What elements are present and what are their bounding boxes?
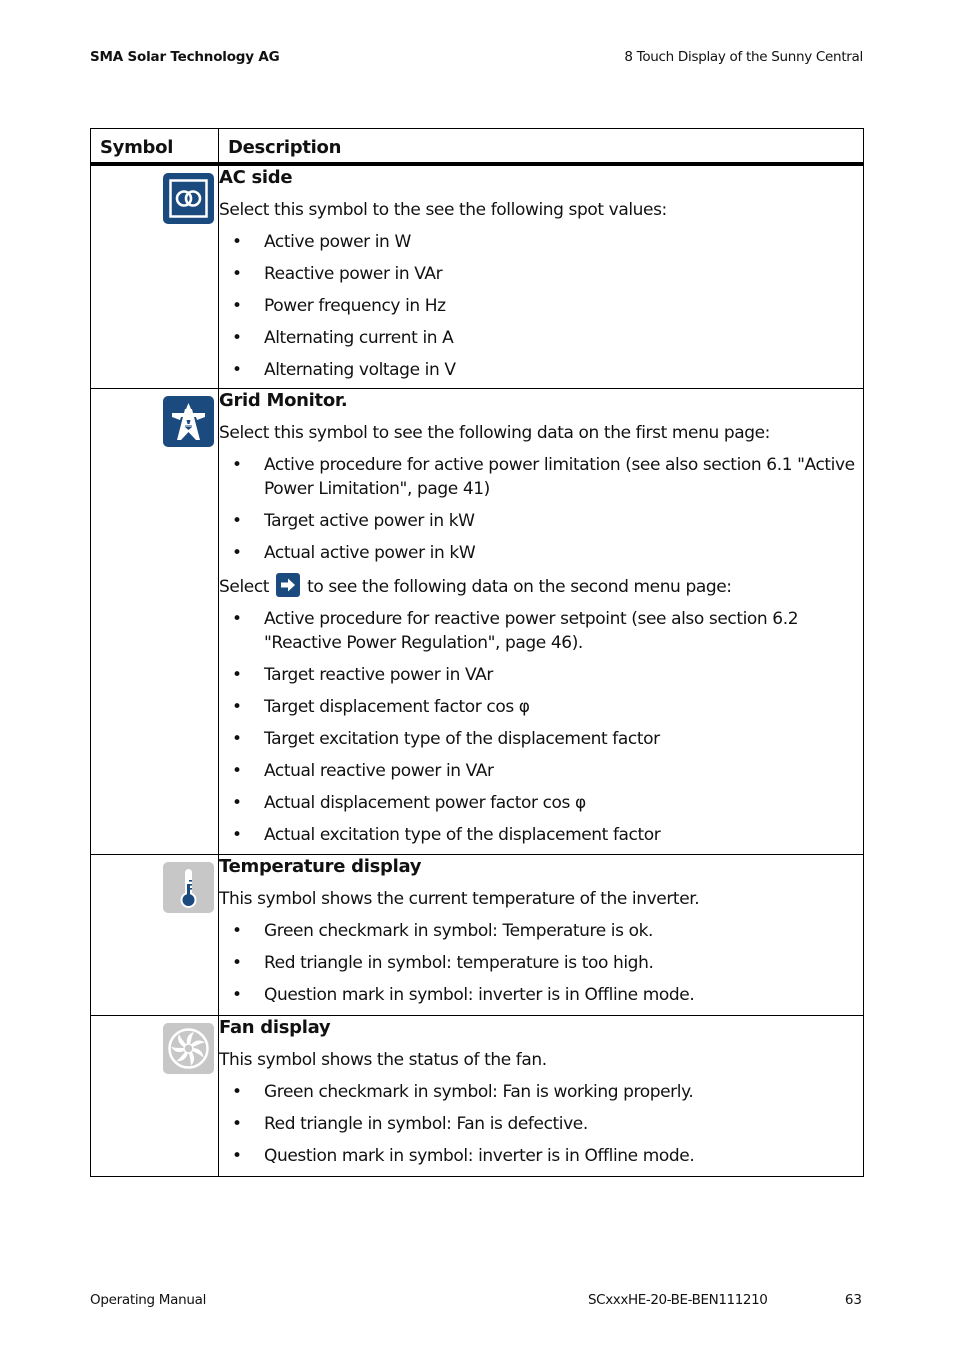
- list-item: • Target displacement factor cos φ: [232, 696, 530, 717]
- footer-doc-id: SCxxxHE-20-BE-BEN111210: [588, 1292, 768, 1308]
- symbol-cell: [90, 1014, 219, 1177]
- row-intro: This symbol shows the status of the fan.: [219, 1049, 547, 1070]
- ac-side-icon: [163, 173, 214, 224]
- footer-page-number: 63: [844, 1292, 862, 1308]
- table-row-ac-side: AC side Select this symbol to the see th…: [90, 163, 864, 389]
- list-item: • Actual active power in kW: [232, 542, 476, 563]
- second-page-intro: Select to see the following data on the …: [219, 572, 863, 599]
- list-item: • Alternating current in A: [232, 328, 454, 348]
- footer-doc-type: Operating Manual: [90, 1292, 207, 1308]
- description-cell: Fan display This symbol shows the status…: [218, 1014, 864, 1177]
- list-item: • Power frequency in Hz: [232, 296, 446, 316]
- grid-monitor-icon: [163, 395, 214, 447]
- bullet-list: • Active procedure for active power limit…: [219, 453, 863, 565]
- symbol-cell: [90, 163, 219, 389]
- row-title: Temperature display: [219, 855, 422, 877]
- table-row-fan: Fan display This symbol shows the status…: [90, 1014, 864, 1177]
- symbol-cell: [90, 853, 219, 1016]
- list-item: • Question mark in symbol: inverter is in…: [232, 984, 695, 1005]
- row-title: AC side: [219, 167, 293, 188]
- list-item: • Red triangle in symbol: temperature is …: [232, 952, 654, 973]
- row-intro: Select this symbol to see the following …: [219, 422, 771, 443]
- bullet-list-second-page: • Active procedure for reactive power set…: [219, 607, 863, 847]
- row-title: Fan display: [219, 1016, 331, 1038]
- list-item: • Question mark in symbol: inverter is in…: [232, 1145, 695, 1166]
- list-item: • Target excitation type of the displacem…: [232, 728, 660, 749]
- bullet-list: • Active power in W • Reactive power in VA…: [219, 230, 863, 382]
- column-header-symbol: Symbol: [90, 128, 219, 166]
- table-row-temperature: Temperature display This symbol shows th…: [90, 853, 864, 1016]
- list-item: • Green checkmark in symbol: Temperature …: [232, 920, 654, 941]
- list-item: • Active procedure for active power limit…: [232, 454, 855, 499]
- list-item: • Reactive power in VAr: [232, 264, 443, 284]
- description-cell: Temperature display This symbol shows th…: [218, 853, 864, 1016]
- header-company: SMA Solar Technology AG: [90, 49, 280, 65]
- header-chapter: 8 Touch Display of the Sunny Central: [624, 49, 863, 65]
- list-item: • Actual reactive power in VAr: [232, 760, 494, 781]
- table-header-row: Symbol Description: [90, 128, 864, 166]
- list-item: • Red triangle in symbol: Fan is defectiv…: [232, 1113, 588, 1134]
- fan-icon: [163, 1022, 214, 1074]
- list-item: • Actual displacement power factor cos φ: [232, 792, 586, 813]
- symbol-table: Symbol Description AC side Select this s…: [90, 128, 864, 1177]
- bullet-list: • Green checkmark in symbol: Fan is worki…: [219, 1080, 863, 1168]
- table-row-grid-monitor: Grid Monitor. Select this symbol to see …: [90, 387, 864, 855]
- description-cell: Grid Monitor. Select this symbol to see …: [218, 387, 864, 855]
- bullet-list: • Green checkmark in symbol: Temperature …: [219, 919, 863, 1007]
- row-intro: This symbol shows the current temperatur…: [219, 888, 700, 909]
- symbol-cell: [90, 387, 219, 855]
- description-cell: AC side Select this symbol to the see th…: [218, 163, 864, 389]
- row-intro: Select this symbol to the see the follow…: [219, 200, 667, 220]
- list-item: • Actual excitation type of the displacem…: [232, 824, 661, 845]
- list-item: • Alternating voltage in V: [232, 360, 456, 380]
- thermometer-icon: [163, 861, 214, 913]
- arrow-right-icon[interactable]: [276, 572, 301, 597]
- column-header-description: Description: [218, 128, 864, 166]
- list-item: • Active power in W: [232, 232, 411, 252]
- row-title: Grid Monitor.: [219, 389, 348, 411]
- list-item: • Active procedure for reactive power set…: [232, 608, 799, 653]
- list-item: • Target reactive power in VAr: [232, 664, 493, 685]
- list-item: • Target active power in kW: [232, 510, 475, 531]
- list-item: • Green checkmark in symbol: Fan is worki…: [232, 1081, 694, 1102]
